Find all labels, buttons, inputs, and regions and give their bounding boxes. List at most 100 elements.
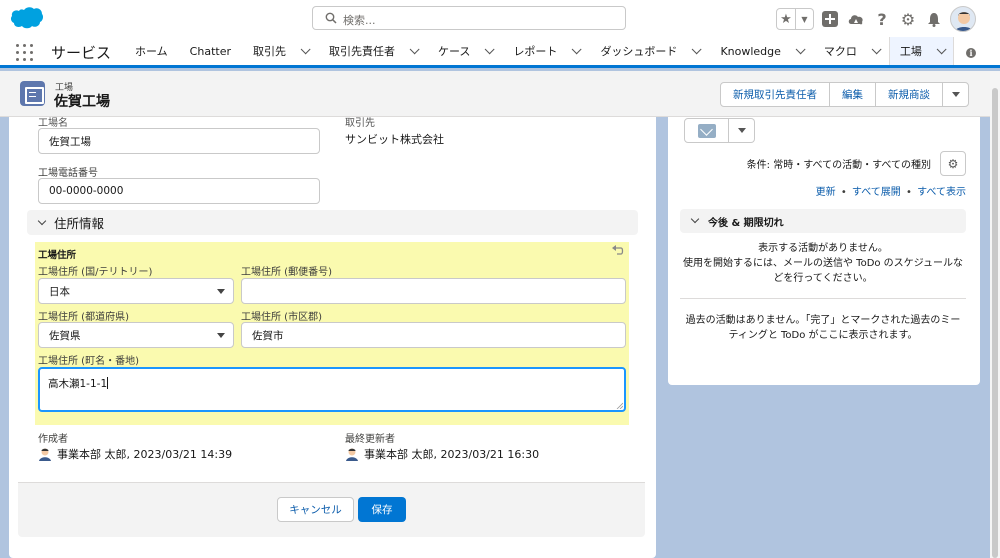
- record-type-icon: [20, 81, 45, 106]
- undo-icon[interactable]: [611, 244, 625, 258]
- app-name: サービス: [51, 44, 112, 62]
- chevron-down-icon[interactable]: [409, 43, 420, 54]
- upcoming-overdue-header[interactable]: 今後 & 期限切れ: [680, 209, 966, 233]
- nav-tab-label: Knowledge: [720, 44, 781, 58]
- account-value[interactable]: サンビット株式会社: [345, 131, 444, 147]
- help-icon[interactable]: ?: [872, 8, 892, 30]
- nav-tab[interactable]: ダッシュボード: [589, 37, 709, 65]
- email-button[interactable]: [684, 118, 729, 143]
- state-select[interactable]: 佐賀県: [38, 322, 234, 348]
- address-title: 工場住所: [38, 250, 77, 261]
- edit-button[interactable]: 編集: [829, 82, 876, 107]
- global-search[interactable]: 検索...: [312, 6, 626, 30]
- nav-tab-label: マクロ: [823, 45, 857, 58]
- new-contact-button[interactable]: 新規取引先責任者: [720, 82, 830, 107]
- nav-tab[interactable]: Chatter: [179, 37, 242, 65]
- chevron-down-icon[interactable]: [871, 43, 882, 54]
- chevron-down-icon[interactable]: [572, 43, 583, 54]
- nav-tab[interactable]: レポート: [502, 37, 589, 65]
- nav-tab[interactable]: 取引先責任者: [318, 37, 427, 65]
- created-by-value[interactable]: 事業本部 太郎, 2023/03/21 14:39: [57, 446, 232, 462]
- save-button[interactable]: 保存: [358, 497, 406, 522]
- search-placeholder: 検索...: [343, 14, 376, 27]
- nav-tab-label: 取引先責任者: [328, 45, 395, 58]
- bell-icon[interactable]: [924, 8, 944, 30]
- nav-tab-label: 工場: [899, 45, 922, 58]
- activity-panel: 条件: 常時・すべての活動・すべての種別 ⚙ 更新 • すべて展開 • すべて表…: [668, 117, 980, 385]
- nav-tab-label: ダッシュボード: [600, 45, 678, 58]
- nav-tabs: ホーム Chatter 取引先 取引先責任者 ケース レポート ダッシュボード Knowled…: [124, 37, 954, 65]
- nav-tab-label: 取引先: [252, 45, 286, 58]
- chevron-down-icon[interactable]: [692, 43, 703, 54]
- country-value: 日本: [49, 285, 70, 298]
- link-separator: •: [840, 187, 847, 198]
- nav-tab-label: ホーム: [135, 45, 168, 58]
- chevron-down-icon[interactable]: [485, 43, 496, 54]
- resize-handle-icon[interactable]: [616, 402, 623, 409]
- nav-tab[interactable]: Knowledge: [709, 37, 812, 65]
- star-icon[interactable]: ★: [777, 9, 795, 29]
- past-activity-line: ティングと ToDo がここに表示されます。: [728, 330, 918, 341]
- show-all-link[interactable]: すべて表示: [917, 187, 966, 198]
- street-label: 工場住所 (町名・番地): [38, 356, 139, 367]
- plus-icon[interactable]: [820, 8, 840, 30]
- user-avatar-icon[interactable]: [950, 6, 976, 32]
- scrollbar-thumb[interactable]: [992, 88, 998, 558]
- gear-icon[interactable]: ⚙: [898, 8, 918, 30]
- nav-tab[interactable]: マクロ: [813, 37, 889, 65]
- chevron-down-icon[interactable]: [300, 43, 311, 54]
- more-actions-button[interactable]: [942, 82, 969, 107]
- form-footer: キャンセル 保存: [18, 482, 645, 537]
- city-label: 工場住所 (市区郡): [241, 312, 322, 323]
- chevron-down-icon[interactable]: ▼: [795, 9, 813, 29]
- no-activity-line: 表示する活動がありません。: [758, 243, 888, 254]
- address-compound-field: 工場住所 工場住所 (国/テリトリー) 日本 工場住所 (郵便番号) 工場住所 …: [35, 242, 629, 425]
- nav-tab[interactable]: ホーム: [124, 37, 179, 65]
- activity-menu-button[interactable]: [729, 118, 755, 143]
- address-section-header[interactable]: 住所情報: [27, 210, 638, 235]
- user-avatar-icon: [39, 448, 51, 461]
- activity-links: 更新 • すべて展開 • すべて表示: [816, 183, 966, 198]
- no-activity-message: 表示する活動がありません。 使用を開始するには、メールの送信や ToDo のスケ…: [680, 241, 966, 286]
- chevron-down-icon[interactable]: [795, 43, 806, 54]
- page-scrollbar[interactable]: [990, 71, 1000, 558]
- new-opportunity-button[interactable]: 新規商談: [875, 82, 943, 107]
- activity-settings-button[interactable]: ⚙: [940, 151, 966, 176]
- phone-input[interactable]: 00-0000-0000: [38, 178, 320, 204]
- app-nav-bar: サービス ホーム Chatter 取引先 取引先責任者 ケース レポート ダッシュボード Kn…: [0, 37, 1000, 68]
- email-icon: [697, 123, 716, 138]
- app-launcher-icon[interactable]: [16, 44, 33, 61]
- nav-tab[interactable]: 工場: [888, 37, 954, 65]
- past-activity-line: 過去の活動はありません。「完了」とマークされた過去のミー: [685, 315, 961, 326]
- link-separator: •: [906, 187, 912, 198]
- factory-name-input[interactable]: 佐賀工場: [38, 128, 320, 154]
- activity-filter-text: 条件: 常時・すべての活動・すべての種別: [746, 160, 931, 171]
- nav-tab[interactable]: 取引先: [242, 37, 318, 65]
- phone-label: 工場電話番号: [38, 168, 98, 179]
- cancel-button[interactable]: キャンセル: [277, 497, 354, 522]
- nav-tab[interactable]: ケース: [427, 37, 502, 65]
- refresh-link[interactable]: 更新: [816, 187, 836, 198]
- country-select[interactable]: 日本: [38, 278, 234, 304]
- modified-by-label: 最終更新者: [345, 434, 395, 445]
- city-input[interactable]: 佐賀市: [241, 322, 626, 348]
- street-textarea[interactable]: 高木瀬1-1-1: [38, 367, 626, 412]
- account-label: 取引先: [345, 118, 375, 129]
- user-avatar-icon: [346, 448, 358, 461]
- upcoming-title: 今後 & 期限切れ: [708, 217, 784, 229]
- chevron-down-icon: [37, 216, 47, 226]
- chevron-down-icon[interactable]: [936, 43, 947, 54]
- no-activity-line: どを行ってください。: [773, 273, 873, 284]
- chevron-down-icon: [217, 289, 225, 294]
- info-icon[interactable]: i: [966, 48, 976, 58]
- salesforce-cloud-logo[interactable]: [10, 6, 44, 30]
- postal-code-input[interactable]: [241, 278, 626, 304]
- trailhead-icon[interactable]: [846, 8, 866, 30]
- nav-tab-label: レポート: [513, 45, 558, 58]
- chevron-down-icon: [217, 333, 225, 338]
- favorites-button-group: ★ ▼: [776, 8, 814, 30]
- state-value: 佐賀県: [49, 329, 81, 342]
- chevron-down-icon: [737, 128, 746, 133]
- expand-all-link[interactable]: すべて展開: [852, 187, 901, 198]
- modified-by-value[interactable]: 事業本部 太郎, 2023/03/21 16:30: [364, 446, 539, 462]
